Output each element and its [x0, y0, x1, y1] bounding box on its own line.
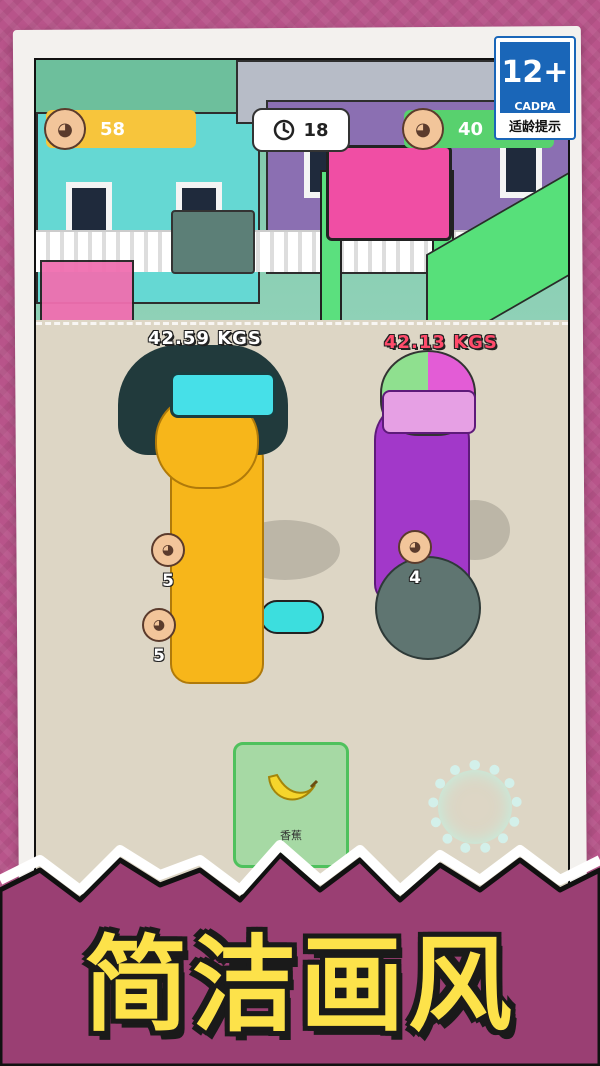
timer-pill: 18 [252, 108, 350, 152]
finish-line [36, 322, 568, 325]
pickup-marker: ◕ 5 [151, 533, 185, 591]
age-hint: 适龄提示 [508, 120, 561, 135]
age-rating: 12+ [500, 42, 570, 102]
left-weight-label: 42.59 KGS [148, 328, 262, 349]
banana-icon [267, 773, 319, 801]
opponent-score: 40 [458, 118, 484, 140]
player-score: 58 [100, 118, 126, 140]
muscle-avatar-icon: ◕ [402, 108, 444, 150]
age-rating-badge: 12+ CADPA 适龄提示 [494, 36, 576, 140]
pickup-count: 4 [409, 568, 421, 588]
banner-title: 简洁画风 [83, 924, 516, 1046]
player-score-pill: ◕ 58 [44, 108, 196, 150]
timer-value: 18 [303, 119, 329, 141]
helmet-visor [382, 390, 476, 434]
pickup-count: 5 [162, 571, 174, 591]
pickup-count: 5 [153, 646, 165, 666]
muscle-avatar-icon: ◕ [44, 108, 86, 150]
park-bench [171, 210, 255, 274]
muscle-avatar-icon: ◕ [398, 530, 432, 564]
clock-icon [274, 119, 295, 141]
blue-tail [260, 600, 324, 634]
playhouse [326, 145, 452, 241]
muscle-avatar-icon: ◕ [142, 608, 176, 642]
pickup-marker: ◕ 5 [142, 608, 176, 666]
muscle-avatar-icon: ◕ [151, 533, 185, 567]
pixel-glasses-icon [170, 372, 276, 418]
right-weight-label: 42.13 KGS [384, 332, 498, 353]
pickup-marker: ◕ 4 [398, 530, 432, 588]
age-org: CADPA [500, 100, 570, 113]
